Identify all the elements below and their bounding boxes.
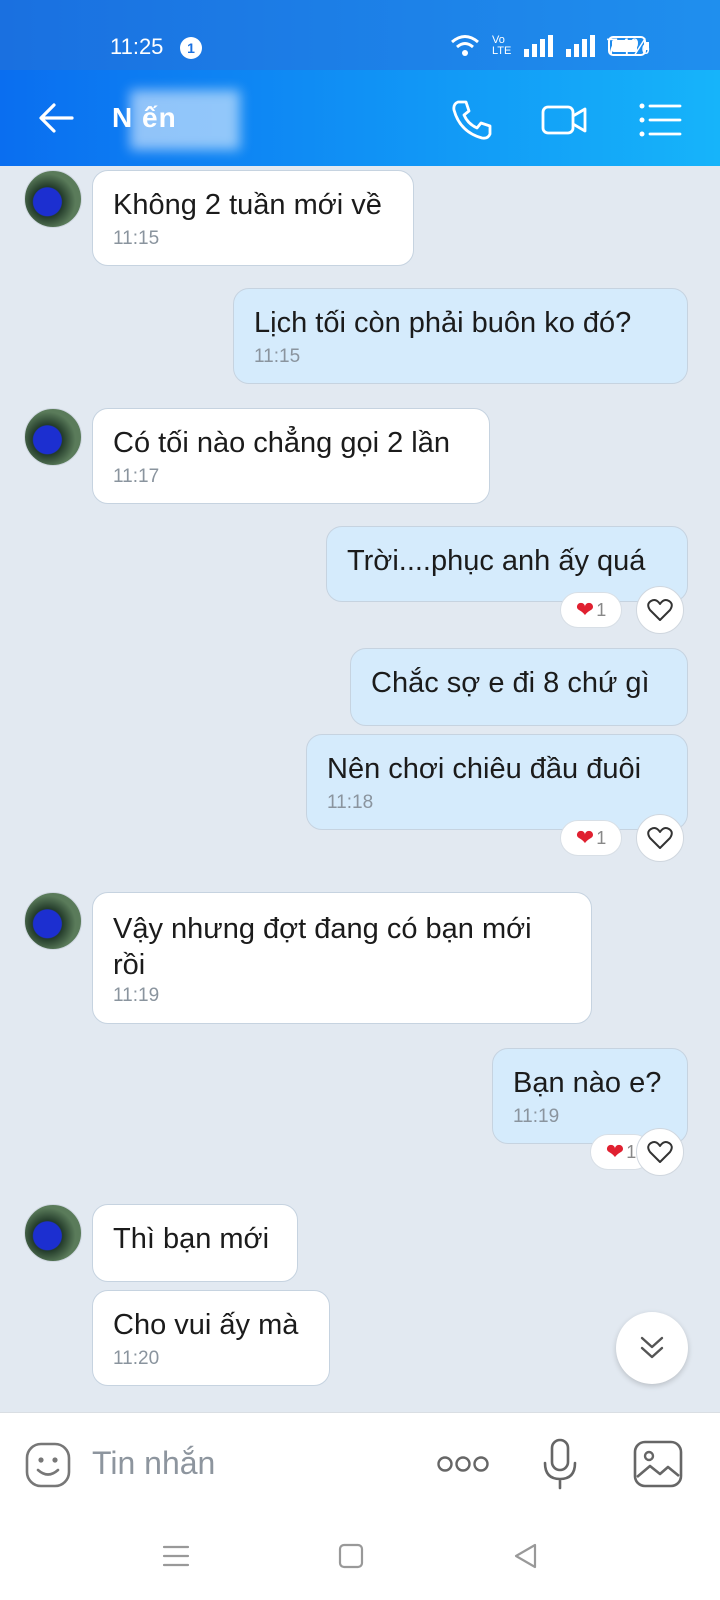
more-dots-icon[interactable] — [436, 1453, 490, 1475]
wifi-icon — [451, 35, 479, 56]
emoji-icon[interactable] — [24, 1441, 72, 1489]
network-label: Vo LTE — [492, 34, 512, 57]
message-time: 11:18 — [327, 792, 374, 813]
name-redaction — [130, 90, 240, 150]
message-bubble-incoming[interactable]: Có tối nào chẳng gọi 2 lần 11:17 — [92, 408, 490, 504]
heart-icon[interactable] — [636, 586, 684, 634]
heart-reaction-icon: ❤ — [575, 597, 595, 622]
menu-list-icon[interactable] — [636, 96, 684, 144]
message-composer: Tin nhắn — [0, 1412, 720, 1517]
reaction-badge[interactable]: ❤ 1 — [560, 592, 622, 628]
signal-icon-2 — [566, 35, 595, 57]
video-call-icon[interactable] — [540, 96, 588, 144]
message-text: Trời....phục anh ấy quá — [347, 545, 646, 577]
message-bubble-outgoing[interactable]: Lịch tối còn phải buôn ko đó? 11:15 — [233, 288, 688, 384]
microphone-icon[interactable] — [540, 1437, 580, 1491]
message-time: 11:15 — [113, 228, 160, 249]
message-text: Lịch tối còn phải buôn ko đó? — [254, 307, 632, 339]
message-bubble-outgoing[interactable]: Trời....phục anh ấy quá — [326, 526, 688, 602]
message-bubble-incoming[interactable]: Cho vui ấy mà 11:20 — [92, 1290, 330, 1386]
avatar[interactable] — [24, 1204, 82, 1262]
back-nav-icon[interactable] — [512, 1542, 538, 1570]
avatar[interactable] — [24, 892, 82, 950]
heart-icon[interactable] — [636, 814, 684, 862]
notification-badge: 1 — [180, 37, 202, 59]
image-icon[interactable] — [632, 1439, 684, 1489]
message-input[interactable]: Tin nhắn — [92, 1445, 215, 1482]
system-nav-bar — [0, 1516, 720, 1600]
message-time: 11:15 — [254, 346, 301, 367]
scroll-down-button[interactable] — [616, 1312, 688, 1384]
message-text: Chắc sợ e đi 8 chứ gì — [371, 667, 650, 699]
message-text: Không 2 tuần mới về — [113, 189, 382, 221]
message-text: Cho vui ấy mà — [113, 1309, 299, 1341]
heart-icon[interactable] — [636, 1128, 684, 1176]
home-icon[interactable] — [338, 1543, 364, 1569]
battery-percent: 74% — [605, 34, 650, 59]
message-bubble-incoming[interactable]: Vậy nhưng đợt đang có bạn mới rồi 11:19 — [92, 892, 592, 1024]
heart-reaction-icon: ❤ — [575, 825, 595, 850]
message-time: 11:19 — [513, 1106, 560, 1127]
message-text: Nên chơi chiêu đầu đuôi — [327, 753, 642, 785]
heart-reaction-icon: ❤ — [605, 1139, 625, 1164]
message-bubble-outgoing[interactable]: Nên chơi chiêu đầu đuôi 11:18 — [306, 734, 688, 830]
avatar[interactable] — [24, 170, 82, 228]
phone-icon[interactable] — [448, 96, 496, 144]
scroll-down-icon — [640, 1336, 664, 1359]
reaction-count: 1 — [626, 1141, 637, 1162]
message-text: Bạn nào e? — [513, 1067, 662, 1099]
status-bar: 11:25 1 Vo LTE 74% — [0, 0, 720, 70]
message-bubble-outgoing[interactable]: Chắc sợ e đi 8 chứ gì — [350, 648, 688, 726]
message-bubble-incoming[interactable]: Không 2 tuần mới về 11:15 — [92, 170, 414, 266]
message-text: Có tối nào chẳng gọi 2 lần — [113, 427, 450, 459]
status-time: 11:25 — [110, 34, 164, 59]
chat-header: N ến — [0, 70, 720, 166]
message-list[interactable]: Không 2 tuần mới về 11:15 Lịch tối còn p… — [0, 166, 720, 1412]
avatar[interactable] — [24, 408, 82, 466]
message-time: 11:17 — [113, 466, 160, 487]
reaction-badge[interactable]: ❤ 1 — [560, 820, 622, 856]
message-time: 11:19 — [113, 985, 160, 1006]
back-arrow-icon[interactable] — [36, 98, 76, 138]
signal-icon — [524, 35, 553, 57]
message-bubble-incoming[interactable]: Thì bạn mới — [92, 1204, 298, 1282]
reaction-count: 1 — [596, 599, 607, 620]
message-text: Thì bạn mới — [113, 1223, 270, 1255]
reaction-count: 1 — [596, 827, 607, 848]
message-text: Vậy nhưng đợt đang có bạn mới rồi — [113, 913, 532, 981]
message-time: 11:20 — [113, 1348, 160, 1369]
recent-apps-icon[interactable] — [162, 1544, 190, 1568]
